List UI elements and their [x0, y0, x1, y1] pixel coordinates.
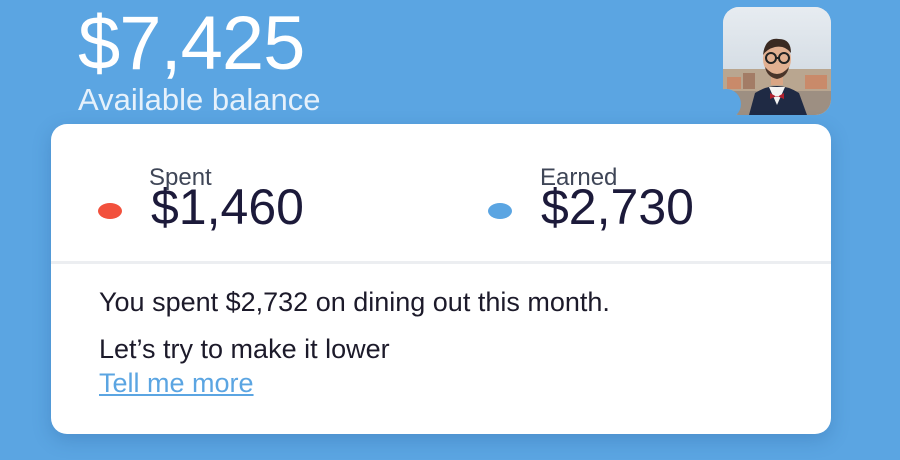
- divider: [51, 261, 831, 264]
- spent-dot: [98, 203, 122, 219]
- insight-suggestion: Let’s try to make it lower: [99, 334, 390, 364]
- avatar-status-dot: [711, 89, 741, 119]
- tell-me-more-link[interactable]: Tell me more: [99, 370, 254, 397]
- earned-value: $2,730: [541, 179, 694, 235]
- summary-card: Spent $1,460 Earned $2,730 You spent $2,…: [51, 124, 831, 434]
- balance-amount: $7,425: [78, 1, 305, 86]
- spent-value: $1,460: [151, 179, 304, 235]
- balance-label: Available balance: [78, 82, 321, 117]
- earned-dot: [488, 203, 512, 219]
- insight-text: You spent $2,732 on dining out this mont…: [99, 287, 610, 317]
